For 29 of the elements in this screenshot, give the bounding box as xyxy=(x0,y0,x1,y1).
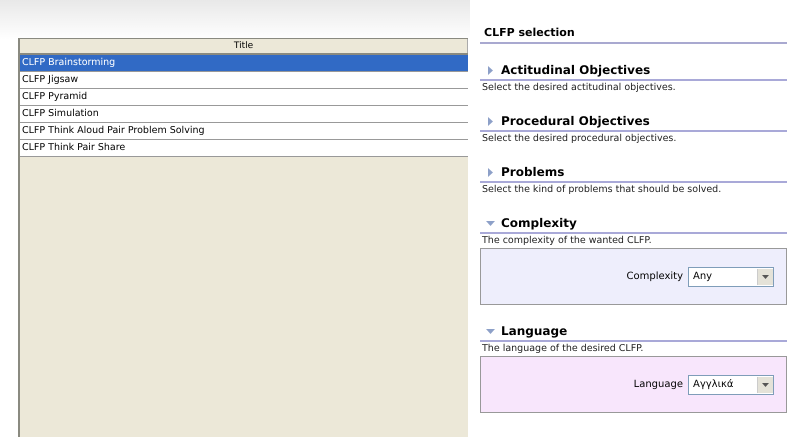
expand-arrow-icon[interactable] xyxy=(486,326,495,336)
table-row[interactable]: CLFP Pyramid xyxy=(20,89,468,106)
table-row[interactable]: CLFP Simulation xyxy=(20,106,468,123)
section-description: The language of the desired CLFP. xyxy=(481,342,644,356)
table-row[interactable]: CLFP Brainstorming xyxy=(20,55,468,72)
section-description: Select the desired procedural objectives. xyxy=(481,132,678,146)
expand-arrow-icon[interactable] xyxy=(486,116,495,126)
section-description: Select the kind of problems that should be solved. xyxy=(481,183,722,197)
field-label: Complexity xyxy=(626,271,683,282)
section-title[interactable]: Actitudinal Objectives xyxy=(501,63,650,77)
section-title[interactable]: Problems xyxy=(501,165,564,179)
dropdown[interactable]: Any xyxy=(688,266,774,286)
field-label: Language xyxy=(634,379,683,390)
section-title[interactable]: Procedural Objectives xyxy=(501,114,650,128)
expand-arrow-icon[interactable] xyxy=(486,168,495,176)
panel-title: CLFP selection xyxy=(480,26,787,44)
caret-icon xyxy=(762,382,769,386)
section-description: The complexity of the wanted CLFP. xyxy=(481,234,653,248)
section-title[interactable]: Language xyxy=(501,324,568,338)
section-title[interactable]: Complexity xyxy=(501,216,577,230)
caret-icon xyxy=(762,274,769,278)
table-row[interactable]: CLFP Jigsaw xyxy=(20,72,468,89)
table-row[interactable]: CLFP Think Pair Share xyxy=(20,140,468,157)
section-description: Select the desired actitudinal objectives. xyxy=(481,81,677,95)
expand-arrow-icon[interactable] xyxy=(486,218,495,228)
expand-arrow-icon[interactable] xyxy=(486,66,495,74)
column-header[interactable]: Title xyxy=(20,39,468,53)
dropdown[interactable]: Αγγλικά xyxy=(688,374,774,394)
table-row[interactable]: CLFP Think Aloud Pair Problem Solving xyxy=(20,123,468,140)
